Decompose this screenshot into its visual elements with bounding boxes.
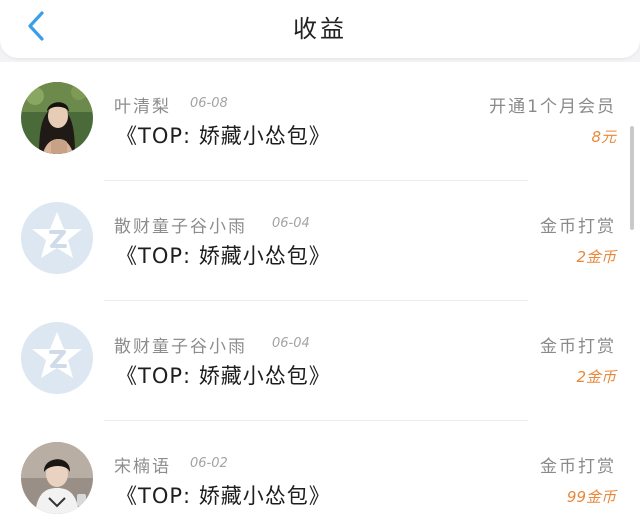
book-title: 《TOP: 娇藏小怂包》 (116, 364, 331, 388)
divider (104, 300, 528, 301)
avatar[interactable] (21, 82, 93, 154)
list-item[interactable]: 宋楠语 06-02 《TOP: 娇藏小怂包》 金币打赏 99金币 (0, 422, 640, 528)
record-date: 06-04 (272, 216, 310, 231)
earning-type: 金币打赏 (540, 217, 616, 237)
earnings-list[interactable]: 叶清梨 06-08 《TOP: 娇藏小怂包》 开通1个月会员 8元 散财童子谷小… (0, 62, 640, 528)
default-star-icon (21, 322, 93, 394)
book-title: 《TOP: 娇藏小怂包》 (116, 124, 331, 148)
avatar[interactable] (21, 322, 93, 394)
record-date: 06-02 (190, 456, 228, 471)
user-photo-icon (21, 82, 93, 154)
divider (104, 420, 528, 421)
earning-type: 金币打赏 (540, 457, 616, 477)
avatar[interactable] (21, 442, 93, 514)
avatar[interactable] (21, 202, 93, 274)
earning-type: 开通1个月会员 (489, 97, 616, 117)
earning-amount: 99金币 (566, 488, 616, 506)
record-date: 06-08 (190, 96, 228, 111)
user-photo-icon (21, 442, 93, 514)
user-name: 叶清梨 (114, 97, 171, 117)
list-item[interactable]: 叶清梨 06-08 《TOP: 娇藏小怂包》 开通1个月会员 8元 (0, 62, 640, 182)
earning-amount: 2金币 (576, 248, 616, 266)
user-name: 宋楠语 (114, 457, 171, 477)
divider (104, 180, 528, 181)
list-item[interactable]: 散财童子谷小雨 06-04 《TOP: 娇藏小怂包》 金币打赏 2金币 (0, 182, 640, 302)
record-date: 06-04 (272, 336, 310, 351)
earning-type: 金币打赏 (540, 337, 616, 357)
user-name: 散财童子谷小雨 (114, 217, 247, 237)
list-item[interactable]: 散财童子谷小雨 06-04 《TOP: 娇藏小怂包》 金币打赏 2金币 (0, 302, 640, 422)
earning-amount: 8元 (591, 128, 616, 146)
user-name: 散财童子谷小雨 (114, 337, 247, 357)
scrollbar[interactable] (630, 126, 634, 230)
book-title: 《TOP: 娇藏小怂包》 (116, 484, 331, 508)
book-title: 《TOP: 娇藏小怂包》 (116, 244, 331, 268)
default-star-icon (21, 202, 93, 274)
top-bar: 收益 (0, 0, 640, 58)
page-title: 收益 (293, 15, 347, 43)
earning-amount: 2金币 (576, 368, 616, 386)
